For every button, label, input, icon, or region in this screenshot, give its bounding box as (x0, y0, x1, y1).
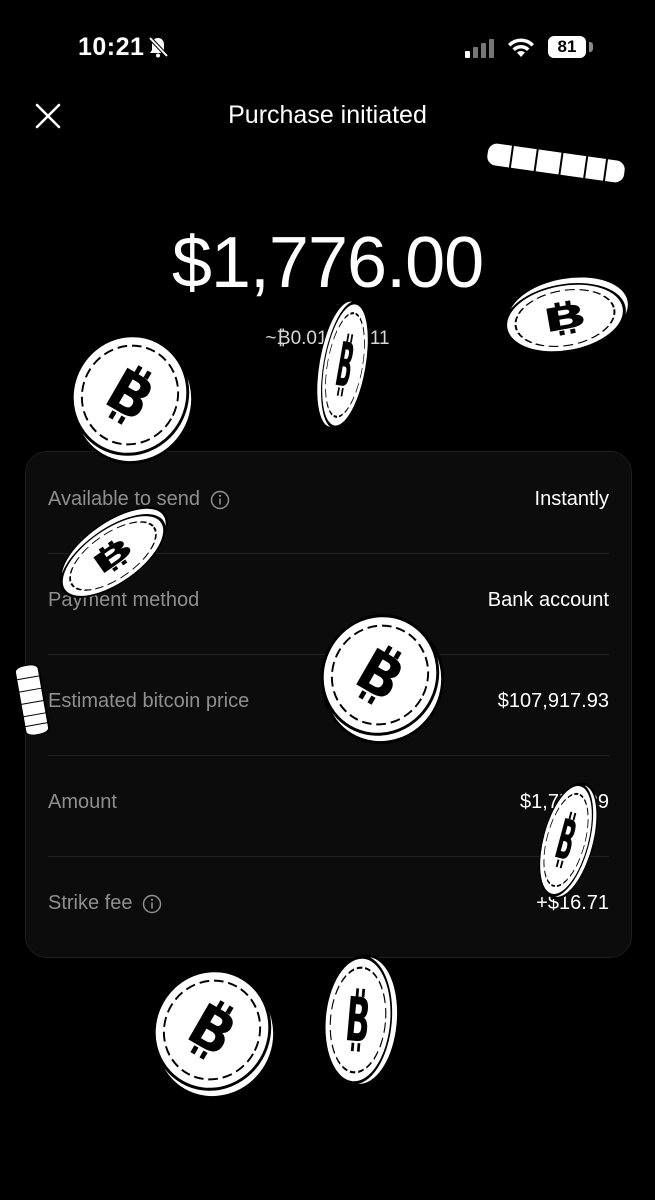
detail-label: Amount (48, 791, 117, 813)
detail-row-available: Available to send Instantly (48, 452, 609, 554)
purchase-details-card: Available to send Instantly Payment meth… (25, 451, 632, 958)
detail-value: $107,917.93 (497, 690, 609, 712)
detail-value: $1,759.29 (520, 791, 609, 813)
battery-level: 81 (548, 36, 586, 58)
status-time: 10:21 (78, 33, 145, 61)
detail-row-amount: Amount $1,759.29 (48, 755, 609, 857)
detail-value: Instantly (534, 488, 609, 510)
detail-label: Payment method (48, 589, 200, 611)
bitcoin-coin-icon (131, 948, 293, 1112)
info-icon[interactable] (210, 490, 230, 510)
btc-amount: ~₿0.01645211 (265, 328, 390, 349)
battery-tip (589, 42, 593, 52)
detail-label: Available to send (48, 488, 200, 510)
page-title: Purchase initiated (228, 101, 427, 129)
detail-label: Estimated bitcoin price (48, 690, 250, 712)
detail-value: Bank account (487, 589, 609, 611)
info-icon[interactable] (142, 894, 162, 914)
wifi-icon (508, 38, 534, 57)
bell-muted-icon (148, 36, 169, 58)
coin-edge-icon (484, 140, 628, 186)
detail-row-payment-method: Payment method Bank account (48, 553, 609, 655)
signal-icon (465, 39, 494, 58)
detail-row-bitcoin-price: Estimated bitcoin price $107,917.93 (48, 654, 609, 756)
bitcoin-coin-icon (311, 297, 379, 433)
purchase-amount: $1,776.00 (171, 223, 484, 303)
detail-row-strike-fee: Strike fee +$16.71 (48, 856, 609, 957)
status-bar: 10:21 81 (0, 0, 655, 100)
bitcoin-coin-icon (318, 952, 399, 1088)
detail-value: +$16.71 (536, 892, 609, 914)
detail-label: Strike fee (48, 892, 133, 914)
